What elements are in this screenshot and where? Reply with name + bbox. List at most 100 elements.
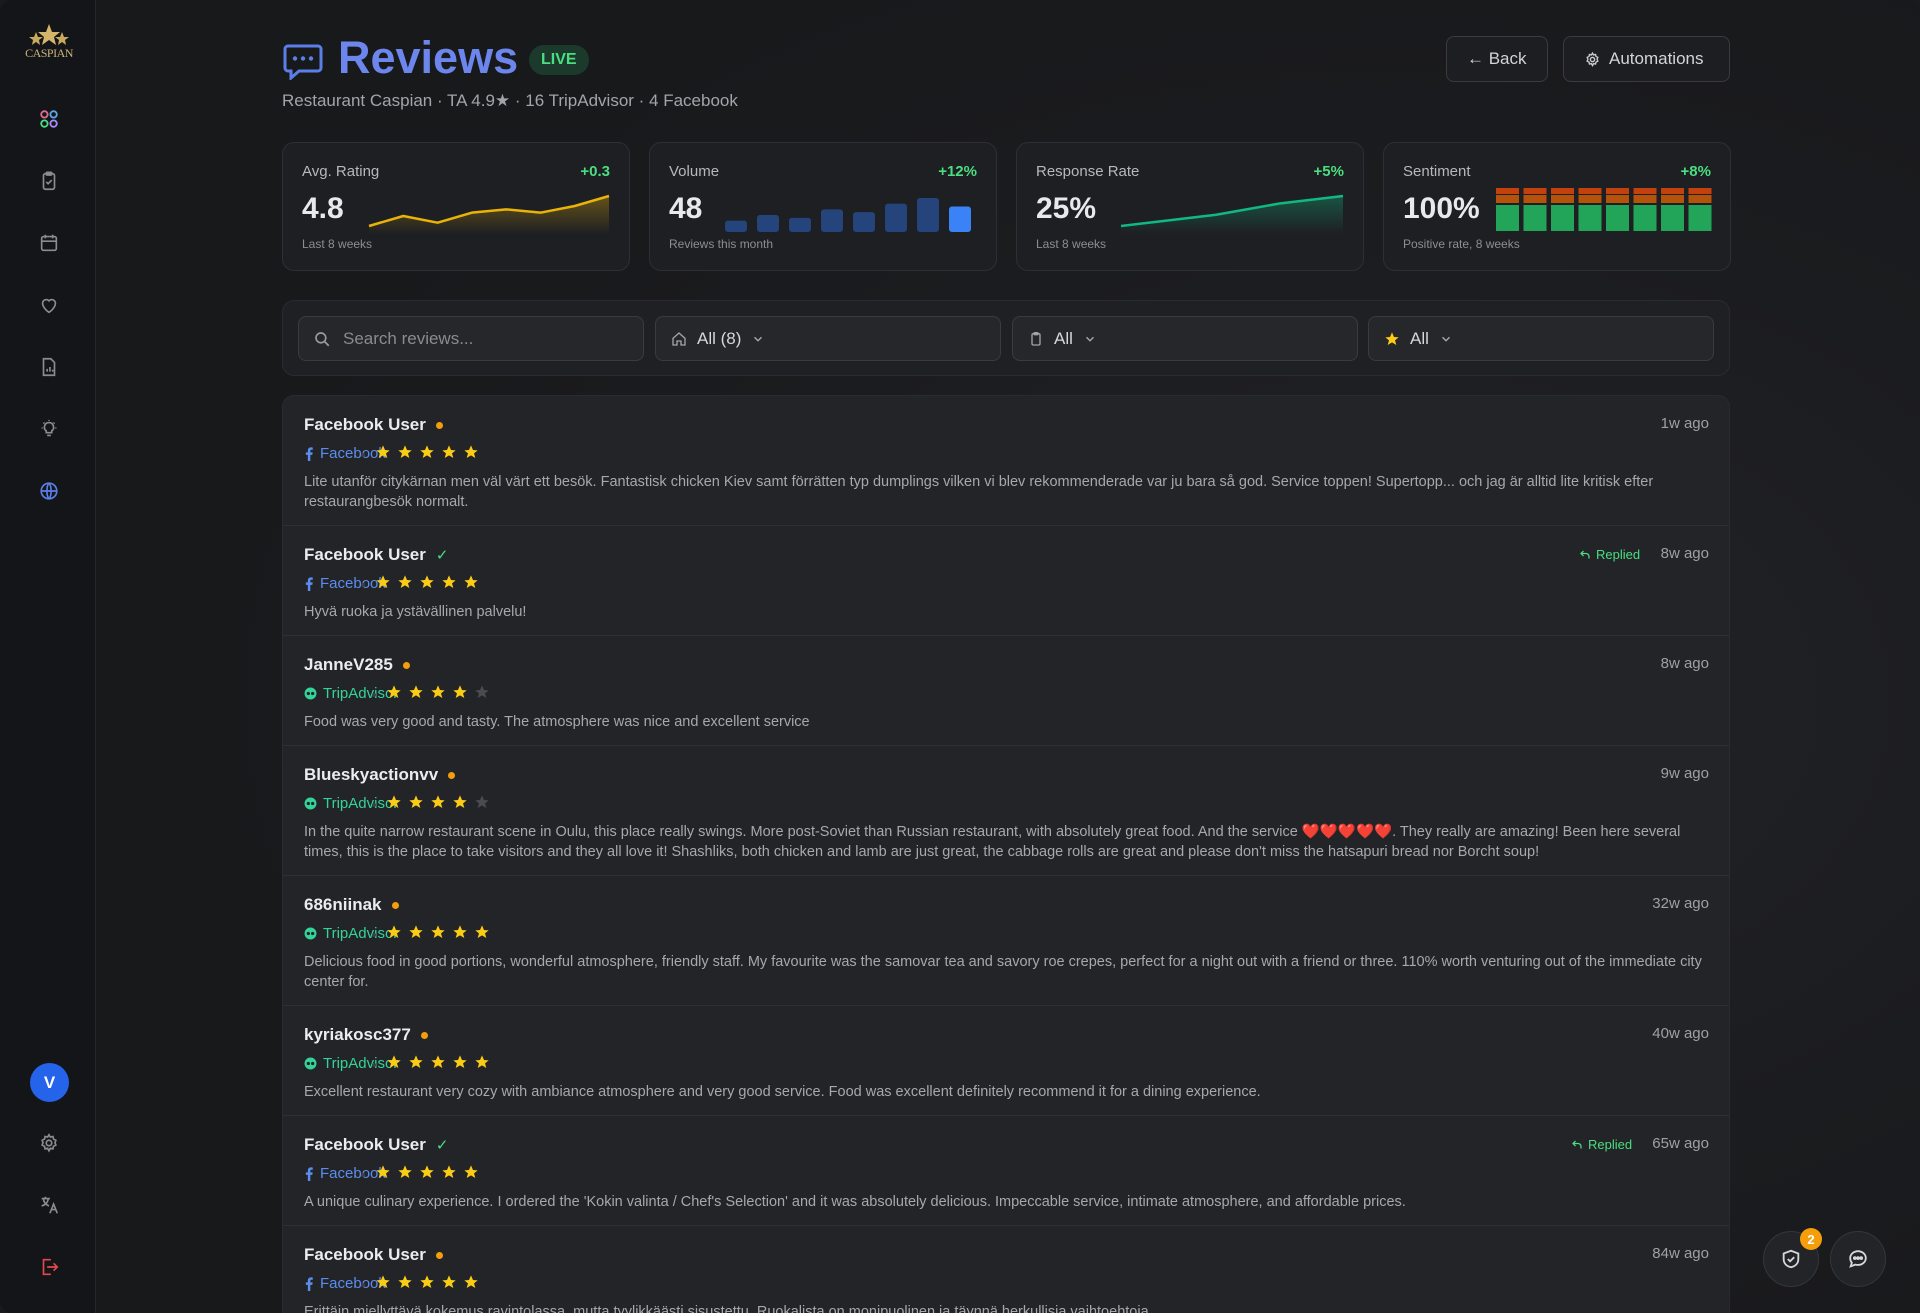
search-icon: [315, 331, 330, 346]
review-item[interactable]: Facebook User ✓ Replied 8w ago Facebook H…: [283, 526, 1729, 636]
stat-label: Sentiment: [1403, 163, 1471, 180]
star-filled-icon: [475, 925, 489, 938]
reviews-chat-icon: [283, 44, 323, 80]
review-rating-stars: [386, 924, 490, 940]
pending-status-dot: [435, 421, 443, 429]
stat-value: 4.8: [302, 192, 344, 225]
review-source[interactable]: Facebook: [304, 1165, 386, 1182]
separator-dot: [361, 1173, 365, 1177]
nav-clipboard-icon[interactable]: [34, 166, 64, 196]
replied-check-icon: ✓: [435, 1137, 449, 1154]
reply-arrow-icon: [1580, 550, 1590, 558]
stat-caption: Last 8 weeks: [1036, 237, 1107, 251]
stat-caption: Positive rate, 8 weeks: [1403, 237, 1520, 251]
sentiment-bar-negative: [1633, 188, 1657, 194]
review-source[interactable]: TripAdvisor: [304, 685, 398, 702]
sentiment-bar-negative: [1551, 188, 1574, 194]
star-filled-icon: [420, 575, 434, 588]
review-item[interactable]: kyriakosc377 40w ago TripAdvisor Excelle…: [283, 1006, 1729, 1116]
search-box[interactable]: [298, 316, 644, 361]
review-rating-stars: [375, 574, 479, 590]
review-author: JanneV285: [304, 655, 393, 674]
chat-fab-button[interactable]: [1830, 1231, 1886, 1287]
star-filled-icon: [387, 685, 401, 698]
nav-dashboard-icon[interactable]: [34, 104, 64, 134]
tripadvisor-icon: [304, 687, 317, 700]
review-author-row: Facebook User: [304, 415, 443, 435]
nav-heart-icon[interactable]: [34, 290, 64, 320]
review-source[interactable]: Facebook: [304, 445, 386, 462]
volume-bar: [789, 217, 811, 232]
sentiment-bar-positive: [1551, 205, 1574, 231]
nav-translate-icon[interactable]: [34, 1190, 64, 1220]
volume-bar: [885, 203, 907, 232]
sentiment-bar-positive: [1496, 205, 1519, 231]
nav-settings-icon[interactable]: [34, 1128, 64, 1158]
star-filled-icon: [431, 1055, 445, 1068]
nav-globe-icon[interactable]: [34, 476, 64, 506]
nav-logout-icon[interactable]: [34, 1252, 64, 1282]
sentiment-bar-negative: [1578, 188, 1602, 194]
sidebar: CASPIAN V: [0, 0, 96, 1313]
sentiment-bar-positive: [1606, 205, 1629, 231]
review-author: kyriakosc377: [304, 1025, 411, 1044]
review-source[interactable]: Facebook: [304, 575, 386, 592]
chevron-down-icon: [1441, 336, 1450, 342]
review-source[interactable]: TripAdvisor: [304, 1055, 398, 1072]
star-filled-icon: [431, 685, 445, 698]
star-filled-icon: [376, 575, 390, 588]
chat-bubble-icon: [1849, 1250, 1867, 1268]
sentiment-bar-negative: [1688, 188, 1712, 194]
sentiment-bar-positive: [1633, 205, 1657, 231]
review-author-row: kyriakosc377: [304, 1025, 428, 1045]
sentiment-bar-positive: [1523, 205, 1547, 231]
review-author-row: Facebook User ✓: [304, 1135, 448, 1155]
search-input[interactable]: [343, 328, 623, 349]
clipboard-icon: [1031, 331, 1041, 346]
star-filled-icon: [398, 1275, 412, 1288]
review-rating-stars: [375, 1164, 479, 1180]
review-source[interactable]: TripAdvisor: [304, 925, 398, 942]
star-filled-icon: [376, 1165, 390, 1178]
separator-dot: [361, 453, 365, 457]
facebook-icon: [305, 576, 313, 591]
automations-button[interactable]: Automations: [1563, 36, 1730, 82]
stat-value: 100%: [1403, 192, 1480, 225]
review-item[interactable]: Facebook User ✓ Replied 65w ago Facebook …: [283, 1116, 1729, 1226]
separator-dot: [361, 1283, 365, 1287]
app-window: CASPIAN V Reviews LIVE Restaurant Caspia…: [0, 0, 1920, 1313]
shield-check-icon: [1782, 1249, 1800, 1269]
sentiment-bar-negative: [1496, 188, 1519, 194]
star-empty-icon: [475, 685, 489, 698]
back-button[interactable]: ← Back: [1446, 36, 1548, 82]
review-rating-stars: [386, 794, 490, 810]
review-text: In the quite narrow restaurant scene in …: [304, 824, 1681, 860]
separator-dot: [372, 693, 376, 697]
stat-card-avg-rating: Avg. Rating +0.3 4.8 Last 8 weeks: [282, 142, 630, 271]
nav-lightbulb-icon[interactable]: [34, 414, 64, 444]
pending-status-dot: [420, 1031, 428, 1039]
review-rating-stars: [386, 1054, 490, 1070]
review-item[interactable]: JanneV285 8w ago TripAdvisor Food was ve…: [283, 636, 1729, 746]
review-item[interactable]: Blueskyactionvv 9w ago TripAdvisor In th…: [283, 746, 1729, 876]
status-filter-value: All: [1054, 328, 1073, 348]
review-source[interactable]: Facebook: [304, 1275, 386, 1292]
star-filled-icon: [420, 1165, 434, 1178]
nav-calendar-icon[interactable]: [34, 228, 64, 258]
stat-delta: +5%: [1313, 163, 1344, 180]
stat-card-sentiment: Sentiment +8% 100% Positive rate, 8 week…: [1383, 142, 1731, 271]
review-time: 1w ago: [1660, 415, 1709, 432]
status-filter-select[interactable]: All: [1012, 316, 1358, 361]
source-filter-select[interactable]: All (8): [655, 316, 1001, 361]
review-item[interactable]: Facebook User 1w ago Facebook Lite utanf…: [283, 396, 1729, 526]
review-item[interactable]: 686niinak 32w ago TripAdvisor Delicious …: [283, 876, 1729, 1006]
star-empty-icon: [475, 795, 489, 808]
review-item[interactable]: Facebook User 84w ago Facebook Erittäin …: [283, 1226, 1729, 1313]
review-source[interactable]: TripAdvisor: [304, 795, 398, 812]
user-avatar[interactable]: V: [30, 1063, 69, 1102]
rating-filter-select[interactable]: All: [1368, 316, 1714, 361]
review-time: 65w ago: [1652, 1135, 1709, 1152]
star-filled-icon: [453, 685, 467, 698]
caspian-logo[interactable]: CASPIAN: [22, 22, 76, 72]
nav-report-icon[interactable]: [34, 352, 64, 382]
